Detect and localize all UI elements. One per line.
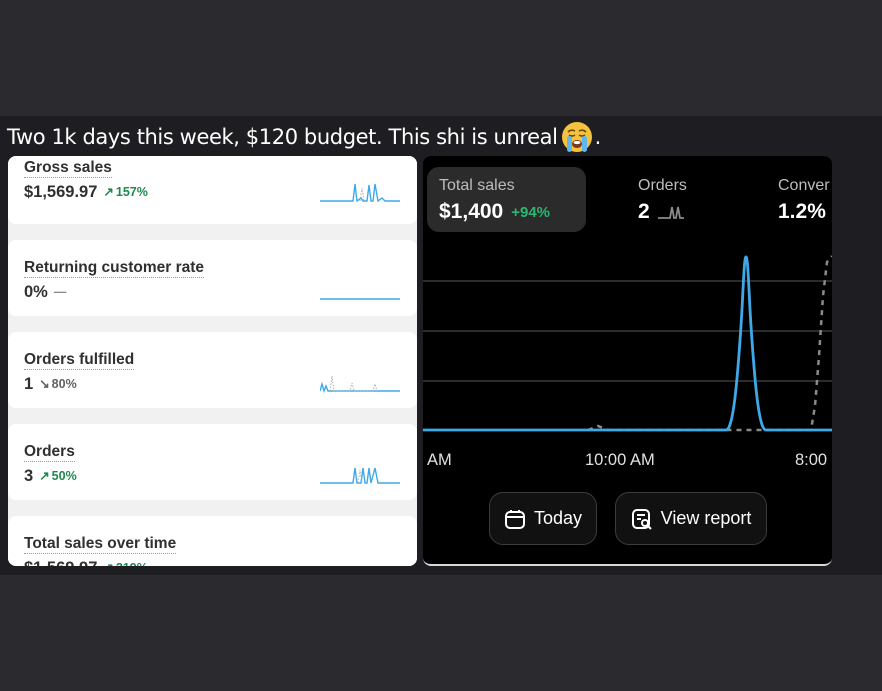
metric-card-gross-sales[interactable]: Gross sales $1,569.97 ↗ 157% bbox=[8, 156, 417, 224]
metric-value: $1,569.97 bbox=[24, 558, 97, 566]
delta-badge: — bbox=[54, 282, 67, 302]
metric-title: Gross sales bbox=[24, 159, 112, 178]
delta-badge: ↘ 80% bbox=[39, 374, 77, 394]
message-caption: Two 1k days this week, $120 budget. This… bbox=[7, 120, 601, 154]
x-axis-label: 10:00 AM bbox=[585, 451, 655, 469]
metric-title: Returning customer rate bbox=[24, 259, 205, 278]
caption-text: Two 1k days this week, $120 budget. This… bbox=[7, 125, 558, 149]
delta-value: 50% bbox=[51, 469, 77, 483]
metric-value-row: $1,569.97 ↗ 157% bbox=[24, 182, 148, 202]
x-axis-label: AM bbox=[427, 451, 452, 469]
dash-icon: — bbox=[53, 285, 67, 299]
caption-period: . bbox=[594, 125, 602, 149]
metric-card-orders[interactable]: Orders 3 ↗ 50% bbox=[8, 424, 417, 500]
total-sales-chart-panel: Total sales $1,400 +94% Orders 2 Conver … bbox=[423, 156, 832, 566]
delta-value: 80% bbox=[51, 377, 77, 391]
metric-value: 3 bbox=[24, 467, 34, 485]
analytics-metrics-panel: Gross sales $1,569.97 ↗ 157% Returning c… bbox=[8, 156, 417, 566]
arrow-up-right-icon: ↗ bbox=[103, 185, 114, 199]
loudly-crying-face-icon bbox=[561, 122, 592, 152]
delta-badge: ↗ 50% bbox=[39, 466, 77, 486]
metric-value: 1 bbox=[24, 375, 34, 393]
comparison-series-line bbox=[587, 255, 832, 432]
metric-card-orders-fulfilled[interactable]: Orders fulfilled 1 ↘ 80% bbox=[8, 332, 417, 408]
today-button-label: Today bbox=[533, 508, 583, 528]
sparkline bbox=[320, 375, 400, 394]
delta-value: 219% bbox=[116, 558, 148, 566]
delta-value: 157% bbox=[115, 185, 148, 199]
report-search-icon bbox=[631, 508, 652, 530]
metric-value-row: 0% — bbox=[24, 282, 66, 302]
x-axis-label: 8:00 bbox=[795, 451, 828, 469]
metric-title: Orders fulfilled bbox=[24, 351, 135, 370]
arrow-down-right-icon: ↘ bbox=[39, 377, 50, 391]
view-report-button-label: View report bbox=[660, 508, 752, 528]
metric-card-total-sales-over-time[interactable]: Total sales over time $1,569.97 ↗ 219% bbox=[8, 516, 417, 566]
arrow-up-right-icon: ↗ bbox=[103, 558, 113, 566]
total-sales-series-line bbox=[423, 255, 832, 432]
sparkline bbox=[320, 183, 400, 203]
arrow-up-right-icon: ↗ bbox=[39, 469, 50, 483]
metric-value-row: 3 ↗ 50% bbox=[24, 466, 77, 486]
sparkline bbox=[320, 298, 400, 300]
metric-value-row: $1,569.97 ↗ 219% bbox=[24, 558, 148, 566]
calendar-icon bbox=[504, 509, 525, 529]
metric-title: Orders bbox=[24, 443, 75, 462]
sales-line-chart bbox=[423, 255, 832, 432]
sparkline bbox=[320, 467, 400, 484]
today-button[interactable]: Today bbox=[489, 492, 597, 545]
metric-title: Total sales over time bbox=[24, 535, 177, 554]
metric-card-returning-customer-rate[interactable]: Returning customer rate 0% — bbox=[8, 240, 417, 316]
view-report-button[interactable]: View report bbox=[615, 492, 767, 545]
metric-value: 0% bbox=[24, 283, 48, 301]
delta-badge: ↗ 219% bbox=[103, 558, 147, 566]
metric-value: $1,569.97 bbox=[24, 183, 98, 201]
metric-value-row: 1 ↘ 80% bbox=[24, 374, 77, 394]
delta-badge: ↗ 157% bbox=[103, 182, 147, 202]
